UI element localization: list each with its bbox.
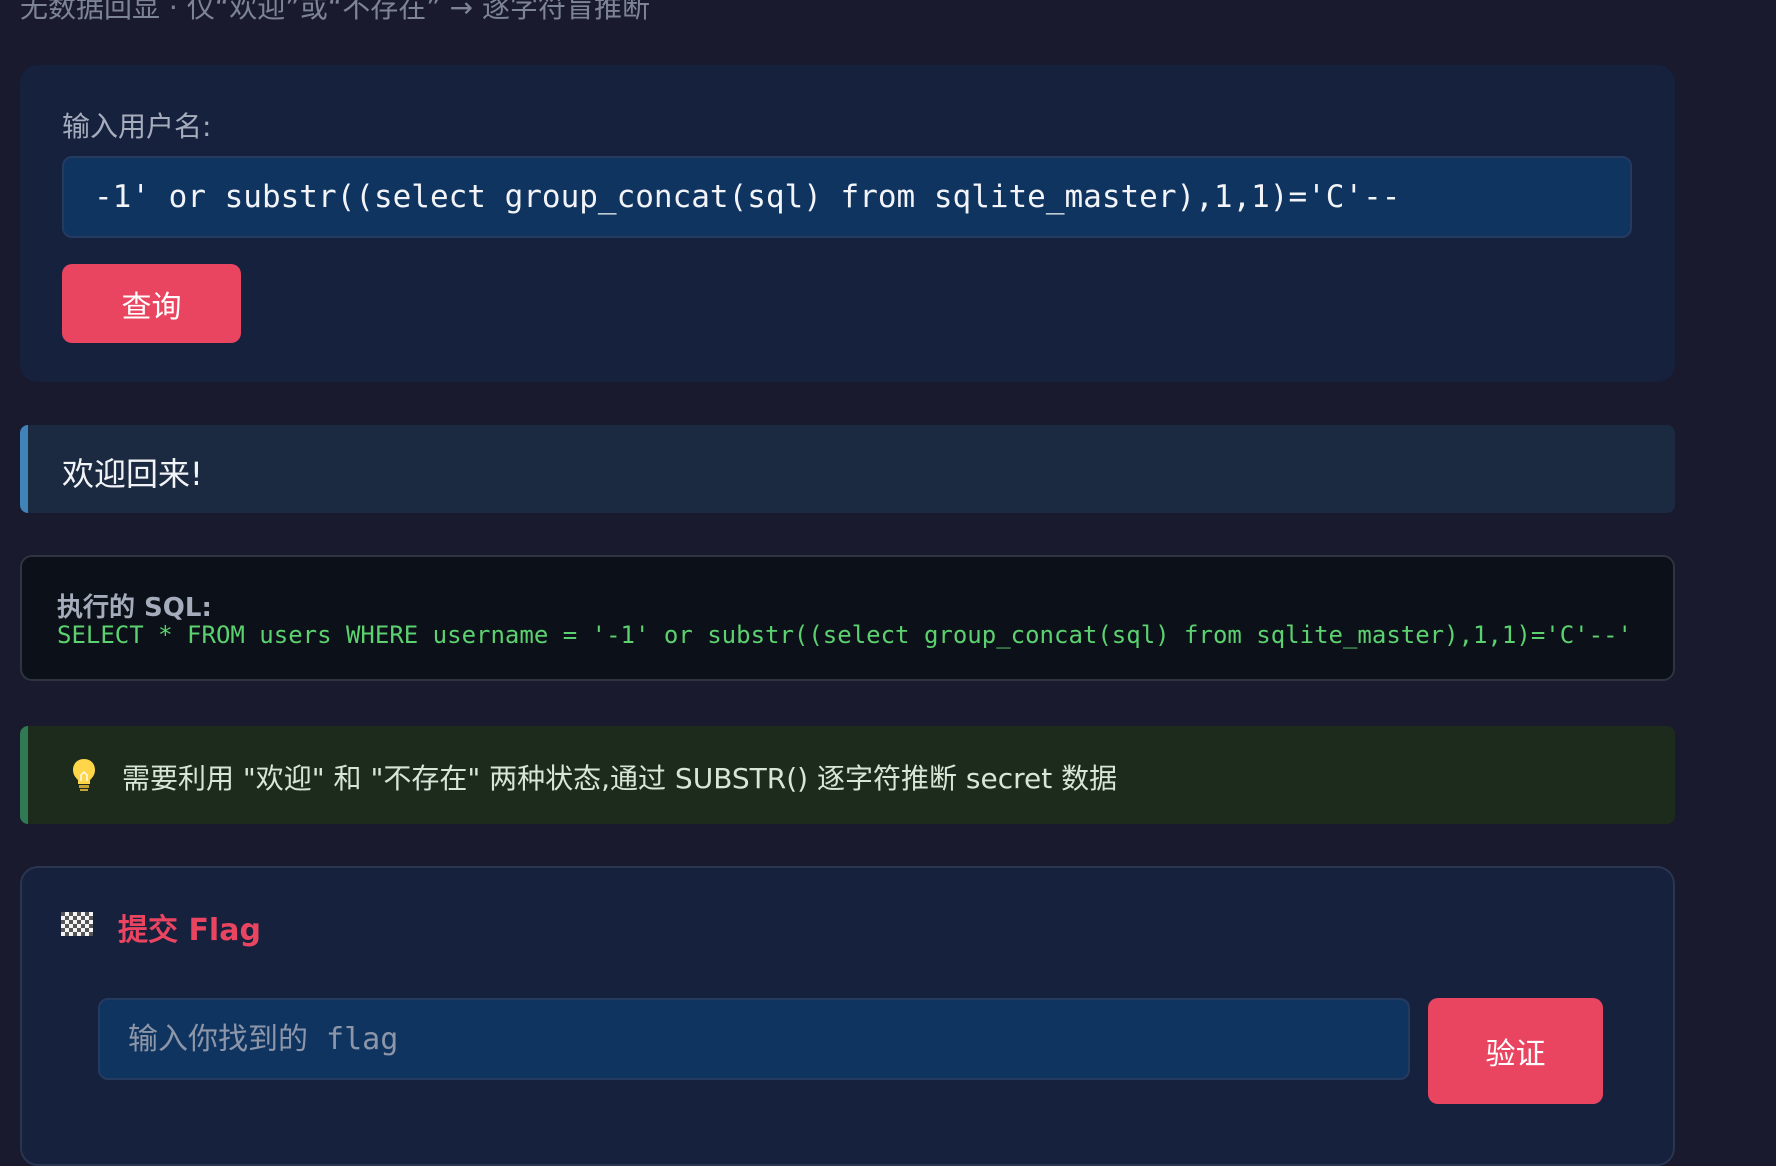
page-subtitle: 无数据回显 · 仅“欢迎”或“不存在” → 逐字符盲推断 — [20, 0, 650, 24]
result-alert: 欢迎回来! — [20, 425, 1675, 513]
lightbulb-icon — [73, 759, 95, 791]
username-label: 输入用户名: — [62, 110, 212, 143]
flag-input[interactable] — [98, 998, 1410, 1080]
result-message: 欢迎回来! — [62, 455, 203, 493]
query-button[interactable]: 查询 — [62, 264, 241, 343]
flag-title: 提交 Flag — [118, 913, 261, 948]
hint-text: 需要利用 "欢迎" 和 "不存在" 两种状态,通过 SUBSTR() 逐字符推断… — [122, 762, 1118, 795]
verify-button[interactable]: 验证 — [1428, 998, 1603, 1104]
hint-panel: 需要利用 "欢迎" 和 "不存在" 两种状态,通过 SUBSTR() 逐字符推断… — [20, 726, 1675, 824]
checkered-flag-icon — [61, 912, 93, 936]
query-card: 输入用户名: 查询 — [20, 65, 1675, 382]
executed-sql-label: 执行的 SQL: — [57, 593, 212, 623]
executed-sql-panel: 执行的 SQL: SELECT * FROM users WHERE usern… — [20, 555, 1675, 681]
flag-submit-card: 提交 Flag 验证 — [20, 866, 1675, 1166]
executed-sql-code: SELECT * FROM users WHERE username = '-1… — [57, 621, 1632, 649]
username-input[interactable] — [62, 156, 1632, 238]
